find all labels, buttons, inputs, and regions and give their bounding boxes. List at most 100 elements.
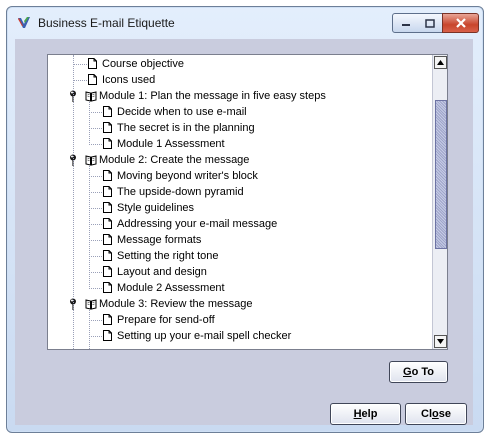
tree-connector	[89, 176, 102, 177]
maximize-icon	[424, 18, 435, 28]
module-branch-line	[89, 166, 90, 289]
tree-connector	[89, 288, 102, 289]
tree-trunk-line	[73, 55, 74, 349]
document-icon	[103, 202, 112, 213]
tree-topic-item[interactable]: Style guidelines	[48, 200, 432, 216]
tree-item-label: Icons used	[102, 74, 156, 86]
document-icon	[103, 234, 112, 245]
minimize-icon	[401, 24, 410, 26]
document-icon	[103, 138, 112, 149]
scroll-up-button[interactable]	[434, 56, 447, 69]
tree-connector	[73, 64, 87, 65]
help-button[interactable]: Help	[330, 403, 401, 425]
arrow-up-icon	[437, 60, 444, 65]
tree-topic-item[interactable]: The upside-down pyramid	[48, 184, 432, 200]
go-to-button[interactable]: Go To	[389, 361, 448, 383]
arrow-down-icon	[437, 339, 444, 344]
tree-module-item[interactable]: Module 1: Plan the message in five easy …	[48, 88, 432, 104]
document-icon	[103, 330, 112, 341]
tree-connector	[89, 192, 102, 193]
document-icon	[103, 122, 112, 133]
tree-item-label: The secret is in the planning	[117, 122, 255, 134]
scroll-down-button[interactable]	[434, 335, 447, 348]
document-icon	[103, 186, 112, 197]
tree-connector	[89, 112, 102, 113]
tree-topic-item[interactable]: Module 2 Assessment	[48, 280, 432, 296]
vertical-scrollbar[interactable]	[432, 55, 447, 349]
close-label-rest: se	[438, 408, 451, 420]
document-icon	[103, 282, 112, 293]
close-window-button[interactable]	[442, 13, 479, 33]
app-logo-icon	[18, 17, 30, 28]
module-branch-line	[89, 102, 90, 145]
scroll-track[interactable]	[434, 71, 447, 333]
tree-module-item[interactable]: Module 3: Review the message	[48, 296, 432, 312]
open-book-icon	[85, 155, 97, 166]
open-book-icon	[85, 299, 97, 310]
tree-item-label: Module 1 Assessment	[117, 138, 225, 150]
document-icon	[103, 314, 112, 325]
close-accel: o	[432, 408, 439, 420]
tree-connector	[89, 144, 102, 145]
document-icon	[88, 58, 97, 69]
document-icon	[103, 106, 112, 117]
tree-item-label: Moving beyond writer's block	[117, 170, 258, 182]
tree-list: Course objective Icons used Module 1: Plan…	[48, 55, 432, 349]
tree-topic-item[interactable]: Course objective	[48, 56, 432, 72]
tree-connector	[89, 320, 102, 321]
scroll-thumb[interactable]	[435, 100, 447, 249]
close-icon	[455, 18, 466, 28]
tree-item-label: Module 2 Assessment	[117, 282, 225, 294]
close-button[interactable]: Cl o se	[405, 403, 467, 425]
document-icon	[103, 170, 112, 181]
tree-topic-item[interactable]: Prepare for send-off	[48, 312, 432, 328]
document-icon	[103, 218, 112, 229]
tree-topic-item[interactable]: Module 1 Assessment	[48, 136, 432, 152]
go-to-label: o To	[411, 366, 434, 378]
tree-connector	[89, 208, 102, 209]
tree-item-label: Course objective	[102, 58, 184, 70]
tree-topic-item[interactable]: Icons used	[48, 72, 432, 88]
tree-item-label: Style guidelines	[117, 202, 195, 214]
tree-connector	[89, 256, 102, 257]
document-icon	[103, 266, 112, 277]
go-to-accel: G	[403, 366, 412, 378]
open-book-icon	[85, 91, 97, 102]
tree-item-label: Setting the right tone	[117, 250, 219, 262]
close-label-pre: Cl	[421, 408, 432, 420]
tree-connector	[89, 336, 102, 337]
tree-connector	[89, 240, 102, 241]
tree-topic-item[interactable]: Layout and design	[48, 264, 432, 280]
tree-topic-item[interactable]: Moving beyond writer's block	[48, 168, 432, 184]
tree-topic-item[interactable]: The secret is in the planning	[48, 120, 432, 136]
tree-item-label: Addressing your e-mail message	[117, 218, 278, 230]
help-accel: H	[353, 408, 362, 420]
tree-topic-item[interactable]: Decide when to use e-mail	[48, 104, 432, 120]
document-icon	[88, 74, 97, 85]
tree-topic-item[interactable]: Message formats	[48, 232, 432, 248]
tree-topic-item[interactable]: Setting the right tone	[48, 248, 432, 264]
tree-connector	[89, 128, 102, 129]
dialog-window: Business E-mail Etiquette Course objecti…	[6, 6, 484, 433]
tree-item-label: Module 1: Plan the message in five easy …	[99, 90, 326, 102]
tree-topic-item[interactable]: Setting up your e-mail spell checker	[48, 328, 432, 344]
module-branch-line	[89, 310, 90, 349]
tree-connector	[89, 224, 102, 225]
dialog-body: Course objective Icons used Module 1: Plan…	[15, 39, 473, 425]
tree-item-label: Prepare for send-off	[117, 314, 215, 326]
maximize-button[interactable]	[417, 13, 443, 33]
topic-tree[interactable]: Course objective Icons used Module 1: Plan…	[47, 54, 448, 350]
tree-topic-item[interactable]: Addressing your e-mail message	[48, 216, 432, 232]
tree-connector	[89, 272, 102, 273]
window-title: Business E-mail Etiquette	[38, 16, 175, 30]
tree-item-label: Message formats	[117, 234, 202, 246]
tree-module-item[interactable]: Module 2: Create the message	[48, 152, 432, 168]
tree-item-label: Layout and design	[117, 266, 207, 278]
document-icon	[103, 250, 112, 261]
tree-connector	[73, 80, 87, 81]
title-bar[interactable]: Business E-mail Etiquette	[7, 7, 483, 39]
tree-item-label: Module 2: Create the message	[99, 154, 250, 166]
tree-item-label: The upside-down pyramid	[117, 186, 244, 198]
tree-item-label: Setting up your e-mail spell checker	[117, 330, 292, 342]
minimize-button[interactable]	[392, 13, 419, 33]
